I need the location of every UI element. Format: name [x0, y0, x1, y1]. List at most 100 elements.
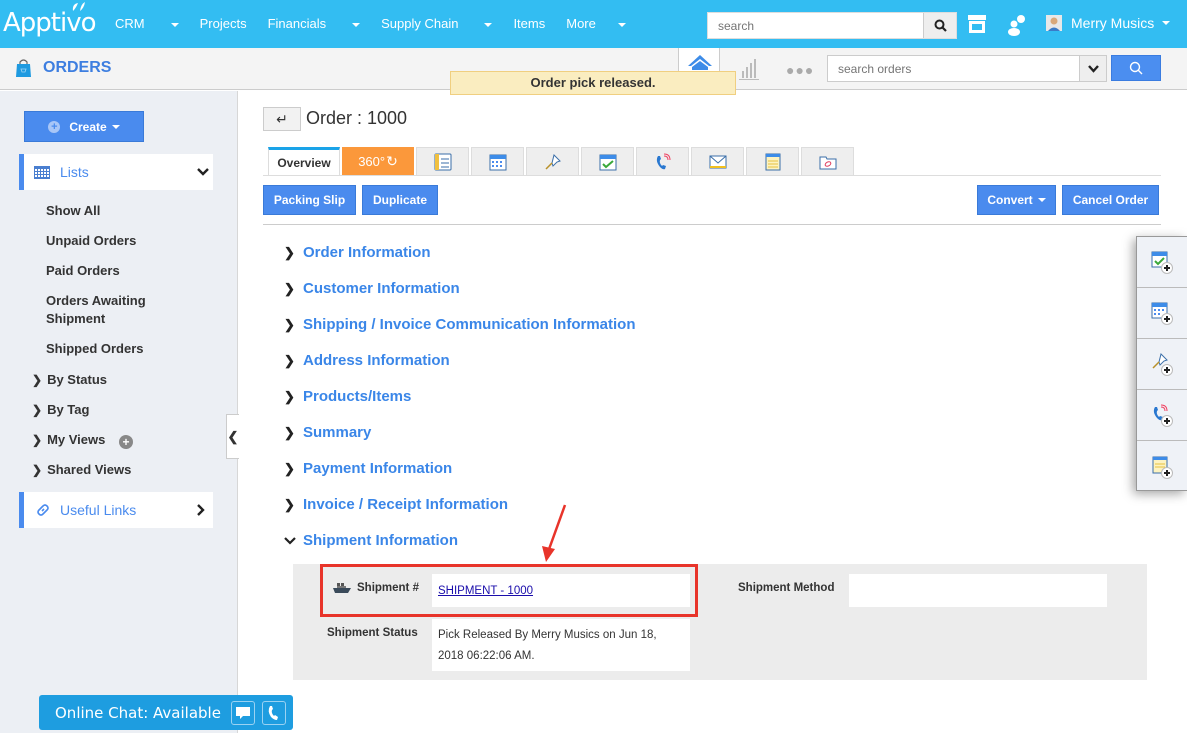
list-shipped-orders[interactable]: Shipped Orders [46, 340, 144, 358]
plus-circle-icon: + [48, 120, 61, 133]
tab-overview[interactable]: Overview [268, 147, 340, 176]
user-menu[interactable]: Merry Musics [1046, 15, 1171, 31]
section-shipment-information[interactable]: Shipment Information [284, 532, 458, 549]
chevron-right-icon: ❯ [32, 373, 43, 387]
section-label: Summary [303, 424, 372, 441]
caret-down-icon [111, 124, 120, 129]
quick-add-event[interactable] [1137, 288, 1187, 339]
tab-details[interactable] [416, 147, 469, 176]
chat-call-button[interactable] [262, 700, 286, 725]
chevron-right-icon: ❯ [32, 403, 43, 417]
collapse-sidebar-button[interactable]: ❮ [226, 414, 239, 459]
duplicate-button[interactable]: Duplicate [362, 185, 438, 215]
search-filter-dropdown[interactable] [1079, 56, 1106, 81]
group-shared-views[interactable]: ❯ Shared Views [32, 462, 131, 477]
calendar-icon [489, 154, 506, 170]
search-icon [1129, 61, 1143, 75]
group-my-views[interactable]: ❯ My Views + [32, 432, 133, 449]
create-button[interactable]: + Create [24, 111, 144, 142]
annotation-arrow-icon [542, 504, 567, 562]
pin-icon [544, 153, 561, 170]
quick-add-panel [1136, 236, 1187, 491]
shipment-status-field: Pick Released By Merry Musics on Jun 18,… [432, 619, 690, 671]
lists-panel-header[interactable]: Lists [19, 154, 213, 190]
online-chat-widget[interactable]: Online Chat: Available [39, 695, 293, 730]
packing-slip-button[interactable]: Packing Slip [263, 185, 356, 215]
store-icon[interactable] [967, 15, 987, 33]
analytics-icon[interactable] [738, 58, 760, 80]
people-icon[interactable] [1007, 14, 1027, 36]
orders-search-button[interactable] [1111, 55, 1161, 81]
group-by-tag[interactable]: ❯ By Tag [32, 402, 89, 417]
quick-add-note[interactable] [1137, 441, 1187, 492]
convert-button[interactable]: Convert [977, 185, 1056, 215]
group-label: My Views [47, 432, 106, 447]
tab-attachments[interactable] [801, 147, 854, 176]
nav-crm[interactable]: CRM [115, 16, 179, 31]
nav-label: Financials [267, 16, 327, 31]
tab-notes[interactable] [746, 147, 799, 176]
chat-bubble-icon [236, 706, 250, 719]
quick-add-call[interactable] [1137, 390, 1187, 441]
tab-followups[interactable] [526, 147, 579, 176]
caret-down-icon [617, 22, 626, 27]
back-arrow-icon: ↵ [276, 110, 288, 127]
app-title-text: ORDERS [43, 59, 112, 76]
global-search-input[interactable] [708, 13, 923, 38]
quick-add-task[interactable] [1137, 237, 1187, 288]
section-summary[interactable]: ❯ Summary [284, 424, 371, 441]
section-products-items[interactable]: ❯ Products/Items [284, 388, 411, 405]
section-address-information[interactable]: ❯ Address Information [284, 352, 450, 369]
phone-icon [268, 705, 278, 720]
tab-email[interactable] [691, 147, 744, 176]
nav-projects[interactable]: Projects [200, 16, 247, 31]
section-label: Order Information [303, 244, 431, 261]
nav-label: CRM [115, 16, 145, 31]
section-label: Shipping / Invoice Communication Informa… [303, 316, 636, 333]
caret-down-icon [1162, 21, 1171, 25]
section-customer-information[interactable]: ❯ Customer Information [284, 280, 460, 297]
create-label: Create [69, 119, 107, 134]
orders-search-input[interactable] [828, 56, 1073, 81]
group-label: Shared Views [47, 462, 132, 477]
chevron-right-icon: ❯ [284, 424, 295, 440]
section-shipping-invoice-communication[interactable]: ❯ Shipping / Invoice Communication Inform… [284, 316, 636, 333]
list-show-all[interactable]: Show All [46, 202, 100, 220]
chevron-right-icon: ❯ [284, 280, 295, 296]
back-button[interactable]: ↵ [263, 107, 301, 131]
cancel-order-button[interactable]: Cancel Order [1062, 185, 1159, 215]
add-view-icon[interactable]: + [118, 435, 133, 449]
nav-more[interactable]: More [566, 16, 626, 31]
chevron-right-icon: ❯ [32, 433, 43, 447]
caret-down-icon [170, 22, 179, 27]
notification-toast: Order pick released. [450, 71, 736, 95]
refresh-icon: ↻ [386, 153, 398, 169]
group-by-status[interactable]: ❯ By Status [32, 372, 107, 387]
nav-supply-chain[interactable]: Supply Chain [381, 16, 493, 31]
chevron-down-icon [284, 533, 303, 548]
useful-links-panel[interactable]: Useful Links [19, 492, 213, 528]
tab-calls[interactable] [636, 147, 689, 176]
quick-add-followup[interactable] [1137, 339, 1187, 390]
section-order-information[interactable]: ❯ Order Information [284, 244, 431, 261]
section-payment-information[interactable]: ❯ Payment Information [284, 460, 452, 477]
link-icon [37, 504, 49, 516]
notes-icon [765, 153, 780, 170]
lists-label: Lists [60, 164, 89, 180]
nav-financials[interactable]: Financials [268, 16, 361, 31]
nav-items[interactable]: Items [513, 16, 545, 31]
record-tabs: Overview 360° ↻ [268, 147, 856, 176]
tab-calendar[interactable] [471, 147, 524, 176]
main-nav: CRM Projects Financials Supply Chain Ite… [115, 16, 647, 31]
list-paid-orders[interactable]: Paid Orders [46, 262, 120, 280]
chat-message-button[interactable] [231, 700, 255, 725]
list-unpaid-orders[interactable]: Unpaid Orders [46, 232, 136, 250]
section-invoice-receipt-information[interactable]: ❯ Invoice / Receipt Information [284, 496, 508, 513]
global-search-button[interactable] [923, 13, 956, 38]
chevron-right-icon: ❯ [284, 244, 295, 260]
tab-tasks[interactable] [581, 147, 634, 176]
list-orders-awaiting-shipment[interactable]: Orders Awaiting Shipment [46, 292, 166, 328]
apptivo-logo[interactable]: Apptivo [3, 2, 97, 38]
tab-360[interactable]: 360° ↻ [342, 147, 414, 176]
more-options-icon[interactable]: ●●● [786, 62, 814, 78]
